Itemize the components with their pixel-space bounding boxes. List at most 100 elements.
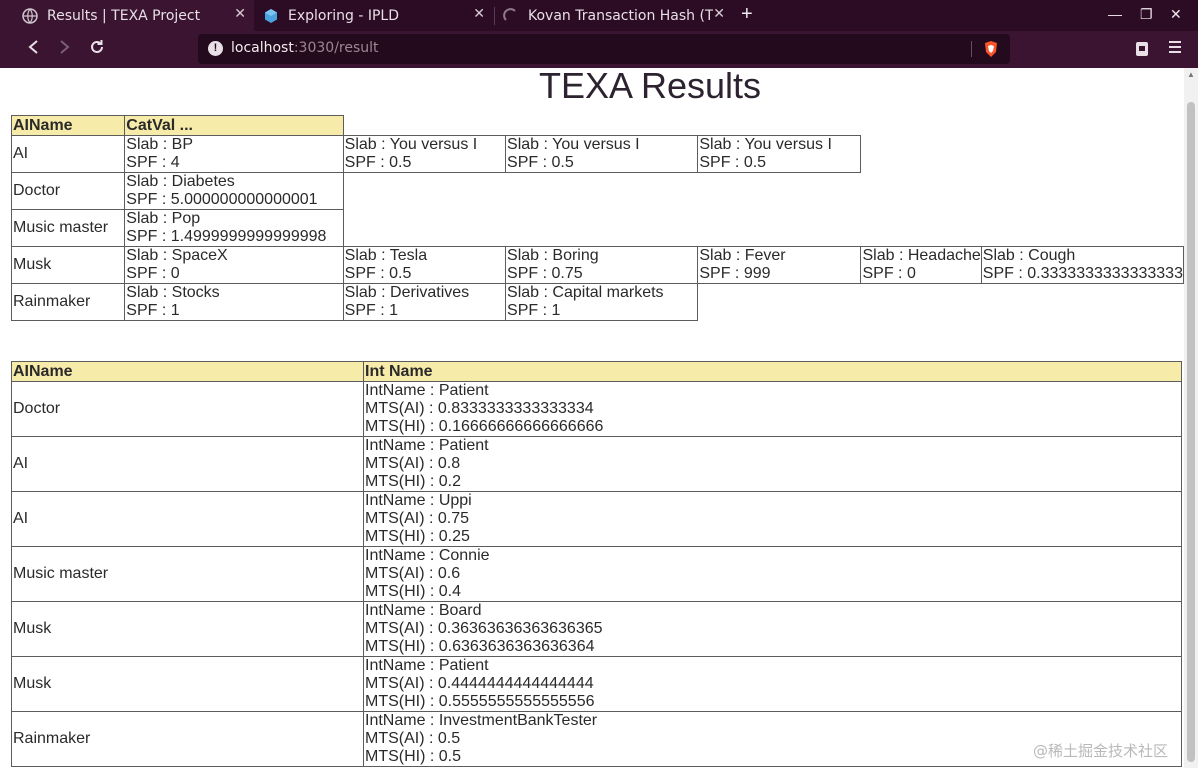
intname-cell: IntName : Patient MTS(AI) : 0.83333333333… bbox=[363, 381, 1182, 437]
table-row: Musk Slab : SpaceX SPF : 0 Slab : Tesla SPF … bbox=[10, 246, 1184, 284]
spf-line: SPF : 0.3333333333333333 bbox=[982, 265, 1183, 282]
ainame-cell: Music master bbox=[10, 209, 126, 247]
intname-cell: IntName : Board MTS(AI) : 0.3636363636363… bbox=[363, 601, 1182, 657]
scroll-up-icon[interactable]: ▲ bbox=[1187, 70, 1195, 79]
table-row: Music master Slab : Pop SPF : 1.4999999999… bbox=[10, 209, 1184, 247]
catval-table: AIName CatVal ... AI Slab : BP SPF : 4 Slab… bbox=[10, 115, 1184, 321]
slab-line: Slab : BP bbox=[126, 136, 193, 153]
slab-line: Slab : You versus I bbox=[699, 136, 832, 153]
url-text[interactable]: localhost:3030/result bbox=[231, 40, 379, 56]
table-row: AI IntName : Patient MTS(AI) : 0.8 MTS(HI) … bbox=[11, 436, 1182, 492]
ainame-cell: Musk bbox=[11, 601, 364, 657]
mts-hi-line: MTS(HI) : 0.5555555555555556 bbox=[365, 693, 595, 710]
slab-line: Slab : Boring bbox=[507, 247, 599, 264]
ainame-cell: Musk bbox=[10, 246, 126, 284]
intname-cell: IntName : Uppi MTS(AI) : 0.75 MTS(HI) : 0.… bbox=[363, 491, 1182, 547]
mts-hi-line: MTS(HI) : 0.25 bbox=[365, 528, 470, 545]
scrollbar-thumb[interactable] bbox=[1187, 102, 1195, 762]
ipld-cube-icon bbox=[263, 8, 279, 24]
slab-cell: Slab : Diabetes SPF : 5.000000000000001 bbox=[124, 172, 344, 210]
slab-cell: Slab : SpaceX SPF : 0 bbox=[124, 246, 344, 284]
slab-cell: Slab : Capital markets SPF : 1 bbox=[505, 283, 699, 321]
table-row: AI Slab : BP SPF : 4 Slab : You versus I SPF… bbox=[10, 135, 1184, 173]
spf-line: SPF : 0.5 bbox=[344, 265, 412, 282]
spf-line: SPF : 0 bbox=[862, 265, 916, 282]
intname-table: AIName Int Name Doctor IntName : Patient M… bbox=[11, 361, 1182, 767]
slab-cell: Slab : Boring SPF : 0.75 bbox=[505, 246, 699, 284]
intname-cell: IntName : Patient MTS(AI) : 0.44444444444… bbox=[363, 656, 1182, 712]
slab-line: Slab : Pop bbox=[126, 210, 201, 227]
table-row: Music master IntName : Connie MTS(AI) : 0.… bbox=[11, 546, 1182, 602]
header-catval: CatVal ... bbox=[124, 115, 344, 136]
info-icon[interactable]: ! bbox=[208, 41, 223, 56]
brave-shield-icon[interactable] bbox=[983, 40, 999, 63]
back-icon[interactable] bbox=[26, 39, 40, 60]
slab-cell: Slab : You versus I SPF : 0.5 bbox=[697, 135, 862, 173]
tab-results[interactable]: Results | TEXA Project ✕ bbox=[0, 0, 254, 31]
restore-icon[interactable]: ❐ bbox=[1140, 6, 1153, 23]
ainame-cell: Doctor bbox=[11, 381, 364, 437]
forward-icon[interactable] bbox=[58, 39, 72, 60]
slab-cell: Slab : Fever SPF : 999 bbox=[697, 246, 862, 284]
slab-line: Slab : Diabetes bbox=[126, 173, 235, 190]
slab-cell: Slab : You versus I SPF : 0.5 bbox=[342, 135, 507, 173]
wallet-icon[interactable] bbox=[1134, 40, 1150, 62]
table-row: Musk IntName : Board MTS(AI) : 0.363636363… bbox=[11, 601, 1182, 657]
spf-line: SPF : 0.5 bbox=[507, 154, 574, 171]
slab-line: Slab : Capital markets bbox=[507, 284, 664, 301]
slab-cell: Slab : Derivatives SPF : 1 bbox=[342, 283, 507, 321]
browser-toolbar: ! localhost:3030/result bbox=[0, 31, 1198, 68]
spf-line: SPF : 1 bbox=[507, 302, 561, 319]
spf-line: SPF : 1 bbox=[344, 302, 399, 319]
table-row: Doctor Slab : Diabetes SPF : 5.00000000000… bbox=[10, 172, 1184, 210]
intname-line: IntName : Patient bbox=[365, 382, 489, 399]
slab-line: Slab : SpaceX bbox=[126, 247, 228, 264]
slab-line: Slab : Cough bbox=[982, 247, 1076, 264]
ainame-cell: Music master bbox=[11, 546, 364, 602]
new-tab-button[interactable]: + bbox=[741, 3, 753, 26]
slab-cell: Slab : Tesla SPF : 0.5 bbox=[342, 246, 507, 284]
slab-cell: Slab : Stocks SPF : 1 bbox=[124, 283, 344, 321]
table-header-row: AIName CatVal ... bbox=[10, 115, 1184, 136]
header-intname: Int Name bbox=[363, 361, 1182, 382]
intname-line: IntName : Patient bbox=[365, 437, 489, 454]
intname-cell: IntName : Connie MTS(AI) : 0.6 MTS(HI) : 0… bbox=[363, 546, 1182, 602]
reload-icon[interactable] bbox=[89, 39, 105, 60]
address-divider bbox=[971, 41, 972, 57]
page-viewport: TEXA Results AIName CatVal ... AI Slab : … bbox=[0, 68, 1184, 768]
close-window-icon[interactable]: ✕ bbox=[1170, 6, 1182, 23]
header-ainame: AIName bbox=[11, 361, 364, 382]
mts-ai-line: MTS(AI) : 0.8333333333333334 bbox=[365, 400, 594, 417]
slab-line: Slab : You versus I bbox=[507, 136, 640, 153]
menu-icon[interactable] bbox=[1168, 40, 1182, 59]
minimize-icon[interactable]: — bbox=[1108, 6, 1122, 22]
ainame-cell: Doctor bbox=[10, 172, 126, 210]
slab-cell: Slab : Pop SPF : 1.4999999999999998 bbox=[124, 209, 344, 247]
close-icon[interactable]: ✕ bbox=[234, 6, 246, 22]
spf-line: SPF : 0.75 bbox=[507, 265, 583, 282]
mts-ai-line: MTS(AI) : 0.4444444444444444 bbox=[365, 675, 594, 692]
intname-line: IntName : Board bbox=[365, 602, 482, 619]
slab-cell: Slab : BP SPF : 4 bbox=[124, 135, 344, 173]
loading-spinner-icon bbox=[503, 7, 519, 24]
slab-line: Slab : Stocks bbox=[126, 284, 220, 301]
ainame-cell: AI bbox=[11, 491, 364, 547]
spf-line: SPF : 1 bbox=[126, 302, 180, 319]
close-icon[interactable]: ✕ bbox=[713, 6, 725, 22]
vertical-scrollbar[interactable]: ▲ bbox=[1184, 68, 1198, 768]
spf-line: SPF : 0 bbox=[126, 265, 180, 282]
slab-cell: Slab : Cough SPF : 0.3333333333333333 bbox=[980, 246, 1184, 284]
slab-cell: Slab : You versus I SPF : 0.5 bbox=[505, 135, 699, 173]
mts-hi-line: MTS(HI) : 0.6363636363636364 bbox=[365, 638, 595, 655]
mts-ai-line: MTS(AI) : 0.75 bbox=[365, 510, 470, 527]
tab-ipld[interactable]: Exploring - IPLD ✕ bbox=[255, 0, 493, 31]
ainame-cell: AI bbox=[11, 436, 364, 492]
spf-line: SPF : 4 bbox=[126, 154, 180, 171]
intname-line: IntName : Uppi bbox=[365, 492, 472, 509]
close-icon[interactable]: ✕ bbox=[473, 6, 485, 22]
watermark: @稀土掘金技术社区 bbox=[1033, 742, 1169, 760]
ainame-cell: Rainmaker bbox=[10, 283, 126, 321]
slab-line: Slab : Tesla bbox=[344, 247, 428, 264]
address-bar[interactable]: ! localhost:3030/result bbox=[198, 34, 1010, 64]
tab-kovan[interactable]: Kovan Transaction Hash (T ✕ bbox=[495, 0, 733, 31]
